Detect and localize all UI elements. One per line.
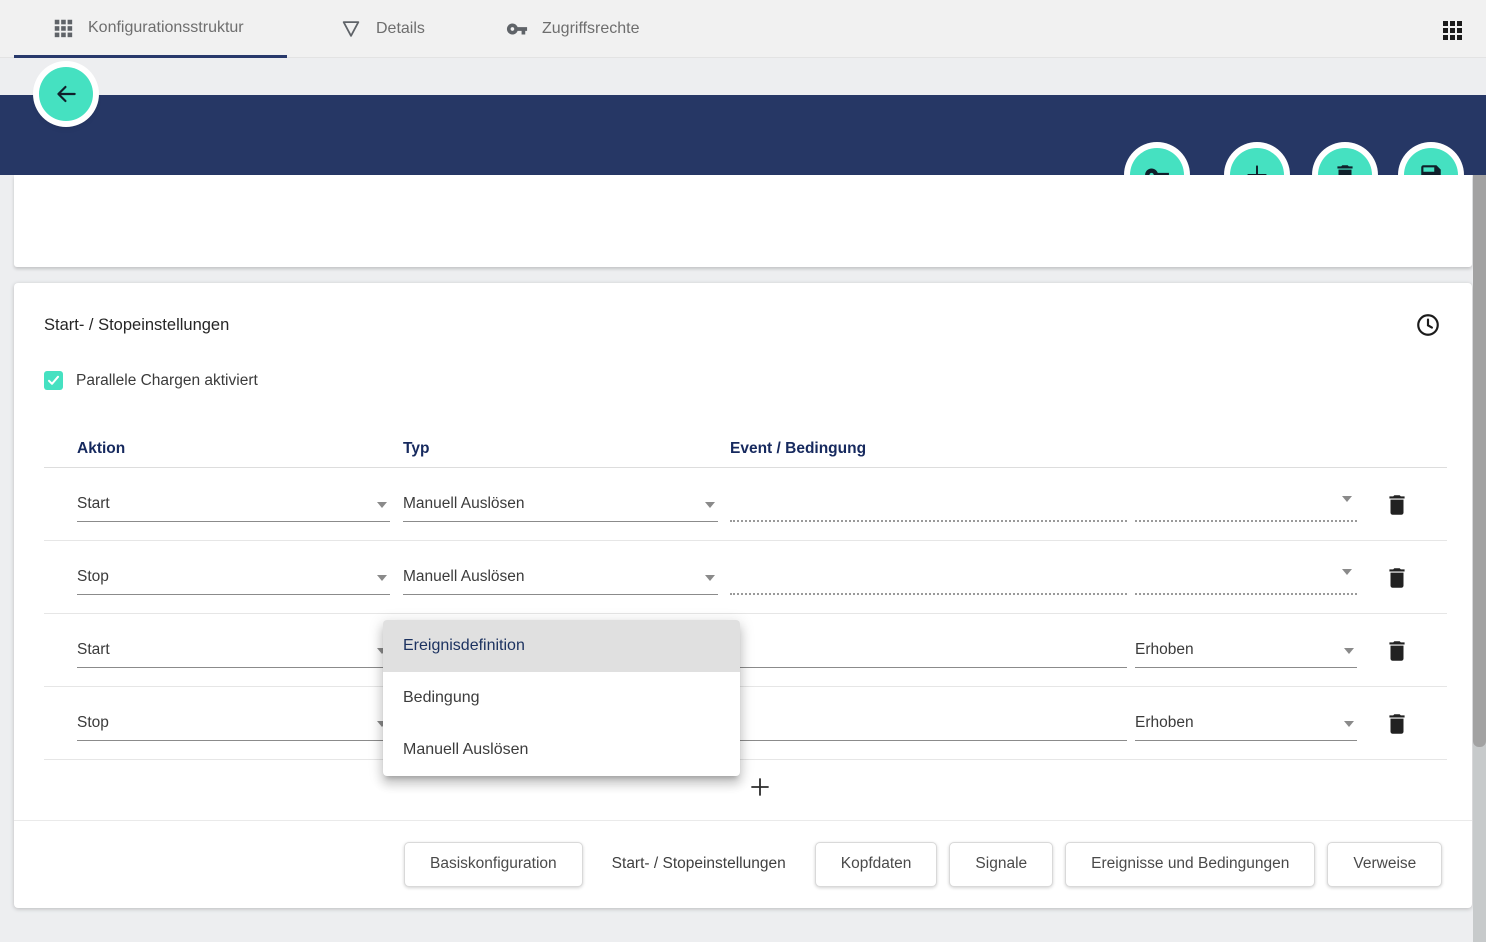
panel-title: Start- / Stopeinstellungen <box>44 316 229 335</box>
chevron-down-icon <box>1344 721 1354 727</box>
aktion-select[interactable]: Start <box>77 484 390 522</box>
table-row: Start Erhoben <box>44 614 1447 687</box>
back-button[interactable] <box>39 67 93 121</box>
typ-select[interactable]: Manuell Auslösen <box>403 557 718 595</box>
mode-select-disabled <box>1135 484 1357 522</box>
footer-button-signale[interactable]: Signale <box>949 842 1053 887</box>
chevron-down-icon <box>1342 496 1352 502</box>
row-delete-button[interactable] <box>1384 492 1410 518</box>
start-stop-panel: Start- / Stopeinstellungen Parallele Cha… <box>14 283 1472 908</box>
mode-select[interactable]: Erhoben <box>1135 703 1357 741</box>
mode-value: Erhoben <box>1135 714 1194 732</box>
footer-button-verweise[interactable]: Verweise <box>1327 842 1442 887</box>
typ-select[interactable]: Manuell Auslösen <box>403 484 718 522</box>
typ-value: Manuell Auslösen <box>403 568 525 586</box>
apps-grid-icon[interactable] <box>1440 18 1464 42</box>
aktion-value: Start <box>77 641 110 659</box>
trash-icon <box>1384 492 1410 518</box>
table-row: Start Manuell Auslösen <box>44 468 1447 541</box>
basiskonfiguration-bar: Basiskonfiguration <box>14 175 1472 267</box>
aktion-select[interactable]: Stop <box>77 703 390 741</box>
mode-select[interactable]: Erhoben <box>1135 630 1357 668</box>
event-input[interactable] <box>730 703 1127 741</box>
add-row-button[interactable] <box>732 762 788 812</box>
aktion-value: Start <box>77 495 110 513</box>
menu-item-manuell-ausloesen[interactable]: Manuell Auslösen <box>383 724 740 776</box>
table-row: Stop Manuell Auslösen <box>44 541 1447 614</box>
footer-current-section: Start- / Stopeinstellungen <box>595 855 803 873</box>
tab-label: Details <box>376 20 425 38</box>
aktion-select[interactable]: Start <box>77 630 390 668</box>
row-delete-button[interactable] <box>1384 565 1410 591</box>
checkbox-label: Parallele Chargen aktiviert <box>76 372 258 390</box>
top-tab-bar: Konfigurationsstruktur Details Zugriffsr… <box>0 0 1486 58</box>
footer-button-basiskonfiguration[interactable]: Basiskonfiguration <box>404 842 583 887</box>
clock-icon[interactable] <box>1415 312 1441 338</box>
event-input[interactable] <box>730 630 1127 668</box>
arrow-left-icon <box>53 81 79 107</box>
funnel-icon <box>340 18 362 40</box>
check-icon <box>46 373 61 388</box>
tab-label: Zugriffsrechte <box>542 20 640 38</box>
aktion-select[interactable]: Stop <box>77 557 390 595</box>
footer-nav: Basiskonfiguration Start- / Stopeinstell… <box>404 820 1468 908</box>
column-header-event: Event / Bedingung <box>730 440 866 458</box>
table-header: Aktion Typ Event / Bedingung <box>44 435 1447 468</box>
tab-label: Konfigurationsstruktur <box>88 19 244 37</box>
chevron-down-icon <box>1342 569 1352 575</box>
row-delete-button[interactable] <box>1384 711 1410 737</box>
plus-icon <box>748 775 772 799</box>
row-delete-button[interactable] <box>1384 638 1410 664</box>
menu-item-ereignisdefinition[interactable]: Ereignisdefinition <box>383 620 740 672</box>
key-icon <box>506 18 528 40</box>
chevron-down-icon <box>705 502 715 508</box>
column-header-typ: Typ <box>403 440 429 458</box>
tab-details[interactable]: Details <box>340 0 425 58</box>
event-input-disabled <box>730 484 1127 522</box>
scrollbar-thumb[interactable] <box>1473 175 1486 747</box>
checkbox-checked[interactable] <box>44 371 63 390</box>
typ-value: Manuell Auslösen <box>403 495 525 513</box>
grid-icon <box>52 17 74 39</box>
footer-button-kopfdaten[interactable]: Kopfdaten <box>815 842 938 887</box>
typ-dropdown-menu: Ereignisdefinition Bedingung Manuell Aus… <box>383 620 740 776</box>
event-input-disabled <box>730 557 1127 595</box>
chevron-down-icon <box>705 575 715 581</box>
page: Konfigurationsstruktur Details Zugriffsr… <box>0 0 1486 942</box>
chevron-down-icon <box>377 502 387 508</box>
mode-value: Erhoben <box>1135 641 1194 659</box>
table-row: Stop Erhoben <box>44 687 1447 760</box>
trash-icon <box>1384 638 1410 664</box>
parallel-charges-checkbox-row[interactable]: Parallele Chargen aktiviert <box>44 371 258 390</box>
aktion-value: Stop <box>77 714 109 732</box>
trash-icon <box>1384 565 1410 591</box>
chevron-down-icon <box>1344 648 1354 654</box>
vertical-scrollbar[interactable] <box>1473 175 1486 942</box>
chevron-down-icon <box>377 575 387 581</box>
menu-item-bedingung[interactable]: Bedingung <box>383 672 740 724</box>
trash-icon <box>1384 711 1410 737</box>
tab-zugriffsrechte[interactable]: Zugriffsrechte <box>506 0 640 58</box>
mode-select-disabled <box>1135 557 1357 595</box>
aktion-value: Stop <box>77 568 109 586</box>
footer-button-ereignisse-und-bedingungen[interactable]: Ereignisse und Bedingungen <box>1065 842 1315 887</box>
column-header-aktion: Aktion <box>77 440 125 458</box>
tab-konfigurationsstruktur[interactable]: Konfigurationsstruktur <box>14 0 287 58</box>
